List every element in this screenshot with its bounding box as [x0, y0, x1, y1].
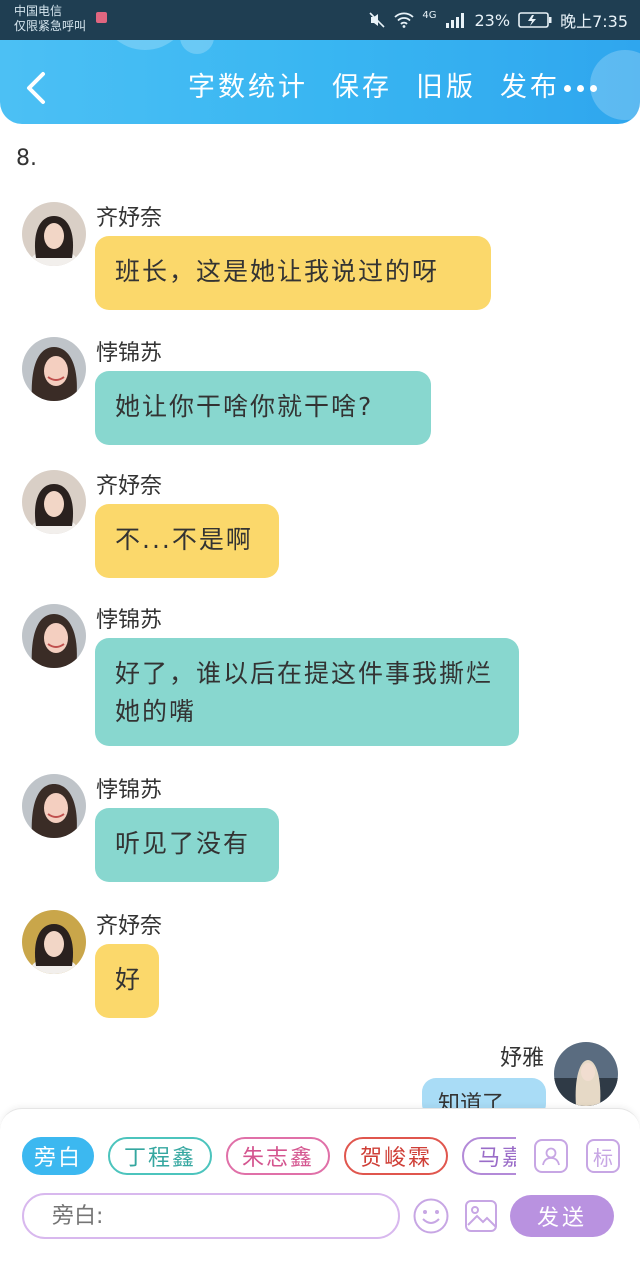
- publish-button[interactable]: 发布: [500, 66, 560, 110]
- message-bubble[interactable]: 好了，谁以后在提这件事我撕烂她的嘴: [95, 638, 519, 746]
- avatar[interactable]: [22, 470, 86, 534]
- message-bubble[interactable]: 听见了没有: [95, 808, 279, 882]
- smiley-icon: [413, 1198, 449, 1234]
- sender-name: 悖锦苏: [96, 608, 163, 633]
- role-chip[interactable]: 丁程鑫: [108, 1137, 212, 1175]
- avatar[interactable]: [22, 604, 86, 668]
- avatar[interactable]: [22, 337, 86, 401]
- battery-percent: 23%: [474, 10, 511, 30]
- chat-message[interactable]: 齐妤奈 好: [22, 910, 622, 1022]
- more-dots-icon: [589, 84, 597, 92]
- chapter-label: 8.: [16, 146, 37, 171]
- old-version-button[interactable]: 旧版: [416, 66, 476, 110]
- send-button[interactable]: 发送: [510, 1195, 614, 1237]
- avatar[interactable]: [22, 910, 86, 974]
- carrier-text: 中国电信 仅限紧急呼叫: [14, 4, 86, 34]
- sender-name: 齐妤奈: [96, 206, 163, 231]
- image-button[interactable]: [464, 1199, 498, 1233]
- sender-name: 齐妤奈: [96, 474, 163, 499]
- chat-message[interactable]: 悖锦苏 听见了没有: [22, 774, 622, 886]
- sender-name: 妤雅: [499, 1046, 544, 1071]
- recording-icon: [96, 12, 107, 23]
- role-manage-button[interactable]: [534, 1139, 568, 1173]
- role-selector: 旁白 丁程鑫 朱志鑫 贺峻霖 马嘉祺: [22, 1137, 516, 1179]
- sender-name: 齐妤奈: [96, 914, 163, 939]
- emoji-button[interactable]: [412, 1197, 450, 1235]
- message-input[interactable]: [22, 1193, 400, 1239]
- chat-message[interactable]: 悖锦苏 好了，谁以后在提这件事我撕烂她的嘴: [22, 604, 622, 752]
- chevron-left-icon: [27, 72, 45, 104]
- sender-name: 悖锦苏: [96, 778, 163, 803]
- carrier-name: 中国电信: [14, 4, 63, 18]
- status-icons: 4G 23% 晚上7:35: [368, 8, 628, 32]
- battery-icon: [518, 10, 552, 30]
- mute-icon: [368, 10, 386, 30]
- back-button[interactable]: [16, 66, 56, 110]
- message-bubble[interactable]: 不...不是啊: [95, 504, 279, 578]
- tag-button[interactable]: 标: [586, 1139, 620, 1173]
- network-type: 4G: [422, 10, 437, 21]
- app-header: 中国电信 仅限紧急呼叫 4G 23% 晚上7:35 字数统计 保存 旧版 发布: [0, 0, 640, 124]
- image-icon: [465, 1200, 497, 1232]
- sender-name: 悖锦苏: [96, 341, 163, 366]
- chat-message[interactable]: 齐妤奈 不...不是啊: [22, 470, 622, 580]
- composer-panel: 旁白 丁程鑫 朱志鑫 贺峻霖 马嘉祺 标 发送: [0, 1108, 640, 1281]
- header-actions: 字数统计 保存 旧版 发布: [188, 66, 560, 110]
- signal-icon: [445, 10, 467, 30]
- word-count-button[interactable]: 字数统计: [188, 66, 308, 110]
- chat-message[interactable]: 齐妤奈 班长，这是她让我说过的呀: [22, 202, 622, 312]
- person-icon: [542, 1147, 560, 1166]
- more-dots-icon: [563, 84, 571, 92]
- role-chip[interactable]: 马嘉祺: [462, 1137, 516, 1175]
- avatar[interactable]: [22, 202, 86, 266]
- clock: 晚上7:35: [560, 12, 628, 31]
- emergency-only: 仅限紧急呼叫: [14, 19, 87, 33]
- save-button[interactable]: 保存: [332, 66, 392, 110]
- more-button[interactable]: [560, 70, 600, 106]
- avatar[interactable]: [22, 774, 86, 838]
- status-bar: 中国电信 仅限紧急呼叫 4G 23% 晚上7:35: [0, 0, 640, 40]
- avatar[interactable]: [554, 1042, 618, 1106]
- role-chip[interactable]: 朱志鑫: [226, 1137, 330, 1175]
- role-chip[interactable]: 贺峻霖: [344, 1137, 448, 1175]
- message-bubble[interactable]: 她让你干啥你就干啥?: [95, 371, 431, 445]
- role-chip-narrator[interactable]: 旁白: [22, 1137, 94, 1175]
- wifi-icon: [394, 10, 414, 30]
- more-dots-icon: [576, 84, 584, 92]
- chat-message[interactable]: 悖锦苏 她让你干啥你就干啥?: [22, 337, 622, 447]
- message-bubble[interactable]: 班长，这是她让我说过的呀: [95, 236, 491, 310]
- message-bubble[interactable]: 好: [95, 944, 159, 1018]
